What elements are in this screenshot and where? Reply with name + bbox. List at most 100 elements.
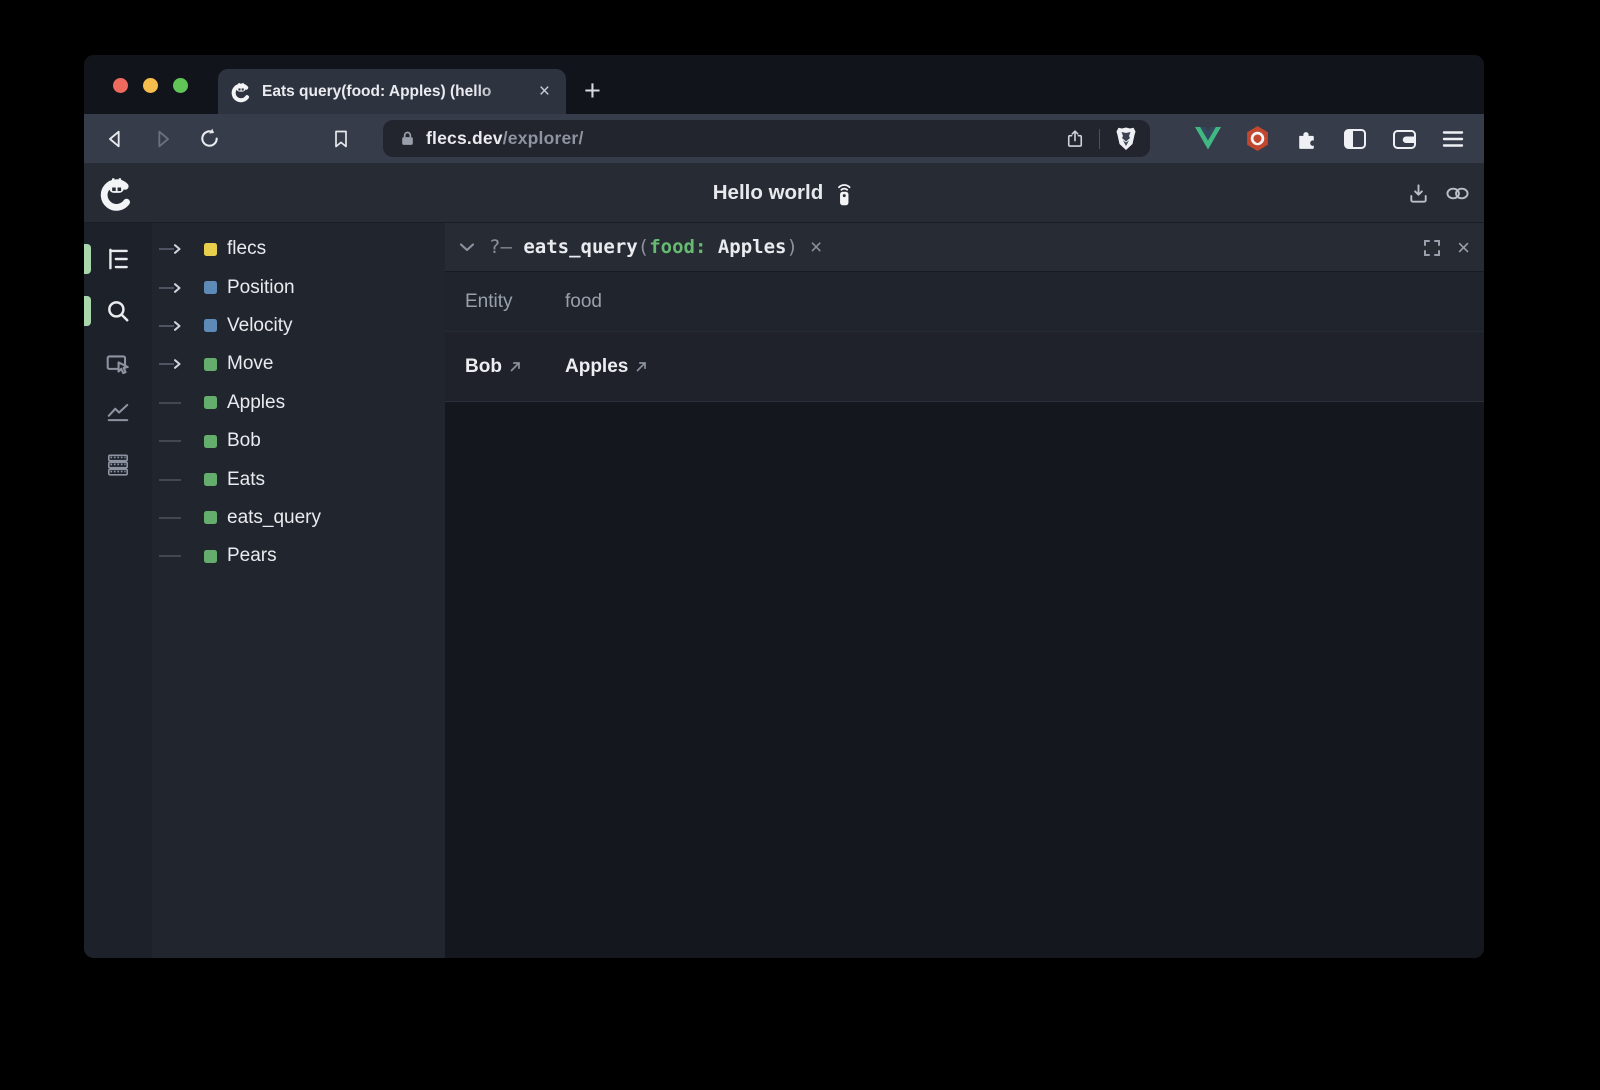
active-indicator (84, 296, 91, 326)
reload-button[interactable] (191, 114, 227, 163)
forward-button[interactable] (145, 114, 181, 163)
charts-icon[interactable] (105, 399, 131, 425)
query-paren-close: ) (786, 236, 797, 258)
address-bar[interactable]: flecs.dev/explorer/ (383, 120, 1150, 157)
url-domain: flecs.dev (426, 128, 503, 148)
tree-item-eats[interactable]: Eats (152, 460, 445, 498)
query-name: eats_query (523, 236, 637, 258)
component-color-swatch (204, 511, 217, 524)
app-header: Hello world (84, 163, 1484, 223)
expand-arrow-icon[interactable] (158, 283, 204, 293)
flecs-logo-icon[interactable] (98, 175, 135, 212)
tree-item-velocity[interactable]: Velocity (152, 307, 445, 345)
column-header-food: food (565, 291, 765, 313)
world-title-text: Hello world (713, 181, 823, 205)
component-color-swatch (204, 281, 217, 294)
brave-shields-icon[interactable] (1114, 126, 1138, 152)
tree-item-label: Pears (227, 545, 277, 567)
result-table-header: Entity food (445, 272, 1484, 332)
tree-item-label: Move (227, 353, 273, 375)
tree-item-apples[interactable]: Apples (152, 384, 445, 422)
stats-icon[interactable] (105, 452, 131, 478)
component-color-swatch (204, 396, 217, 409)
expand-arrow-icon[interactable] (158, 359, 204, 369)
food-link-label: Apples (565, 356, 628, 378)
tree-connector-line (158, 398, 204, 408)
close-window-button[interactable] (113, 78, 128, 93)
tree-item-bob[interactable]: Bob (152, 422, 445, 460)
flecs-favicon-icon (230, 81, 252, 103)
tree-item-move[interactable]: Move (152, 345, 445, 383)
browser-tab[interactable]: Eats query(food: Apples) (hello × (218, 69, 566, 114)
vue-devtools-icon[interactable] (1195, 126, 1221, 152)
toolbar-divider (1099, 129, 1101, 149)
tree-item-label: Eats (227, 469, 265, 491)
tree-connector-line (158, 551, 204, 561)
query-colon: : (695, 236, 718, 258)
extension-hexagon-icon[interactable] (1244, 126, 1270, 152)
url-text: flecs.dev/explorer/ (426, 128, 584, 149)
component-color-swatch (204, 243, 217, 256)
search-icon[interactable] (105, 298, 131, 324)
tab-close-icon[interactable]: × (535, 80, 554, 103)
expand-arrow-icon[interactable] (158, 244, 204, 254)
copy-link-icon[interactable] (1445, 182, 1470, 205)
entity-tree-panel: flecs Position Velocity (152, 223, 445, 958)
food-link[interactable]: Apples (565, 356, 765, 378)
download-icon[interactable] (1407, 182, 1430, 205)
component-color-swatch (204, 550, 217, 563)
inspect-icon[interactable] (105, 351, 131, 377)
sidebar-toggle-icon[interactable] (1342, 126, 1368, 152)
remote-connection-icon[interactable] (834, 181, 855, 206)
entity-link[interactable]: Bob (445, 356, 565, 378)
query-prompt: ?– (489, 236, 512, 258)
active-indicator (84, 244, 91, 274)
expand-arrow-icon[interactable] (158, 321, 204, 331)
wallet-icon[interactable] (1391, 126, 1417, 152)
column-header-entity: Entity (445, 291, 565, 313)
tab-strip: Eats query(food: Apples) (hello × + (84, 55, 1484, 114)
new-tab-button[interactable]: + (584, 71, 601, 111)
tree-item-eats-query[interactable]: eats_query (152, 499, 445, 537)
bookmark-icon[interactable] (323, 114, 359, 163)
tree-connector-line (158, 513, 204, 523)
app-main: flecs Position Velocity (84, 223, 1484, 958)
query-panel: ?– eats_query(food: Apples) × × Entity f… (445, 223, 1484, 958)
tree-connector-line (158, 475, 204, 485)
tree-item-label: Bob (227, 430, 261, 452)
tree-item-position[interactable]: Position (152, 268, 445, 306)
tree-item-flecs[interactable]: flecs (152, 230, 445, 268)
share-icon[interactable] (1065, 128, 1085, 150)
query-param: food (649, 236, 695, 258)
tree-item-label: eats_query (227, 507, 321, 529)
tree-item-label: Apples (227, 392, 285, 414)
query-panel-controls: × (1423, 223, 1470, 272)
query-expression: ?– eats_query(food: Apples) (489, 236, 798, 258)
collapse-chevron-icon[interactable] (459, 242, 475, 252)
zoom-window-button[interactable] (173, 78, 188, 93)
world-title: Hello world (713, 163, 855, 223)
window-controls (113, 78, 188, 93)
component-color-swatch (204, 473, 217, 486)
browser-window: Eats query(food: Apples) (hello × + (84, 55, 1484, 958)
fullscreen-icon[interactable] (1423, 239, 1441, 257)
menu-icon[interactable] (1440, 126, 1466, 152)
minimize-window-button[interactable] (143, 78, 158, 93)
query-clear-icon[interactable]: × (810, 237, 822, 258)
https-lock-icon[interactable] (399, 129, 416, 148)
query-panel-empty-area (445, 402, 1484, 958)
query-param-value: Apples (718, 236, 787, 258)
url-path: /explorer/ (503, 128, 584, 148)
header-actions (1407, 163, 1470, 223)
external-link-icon (509, 360, 522, 373)
tree-item-pears[interactable]: Pears (152, 537, 445, 575)
browser-toolbar: flecs.dev/explorer/ (84, 114, 1484, 163)
entity-tree-icon[interactable] (105, 246, 131, 272)
back-button[interactable] (97, 114, 133, 163)
extensions-row (1195, 114, 1466, 163)
close-panel-icon[interactable]: × (1457, 237, 1470, 259)
extensions-puzzle-icon[interactable] (1293, 126, 1319, 152)
tree-item-label: Position (227, 277, 295, 299)
result-table-row: Bob Apples (445, 332, 1484, 402)
component-color-swatch (204, 358, 217, 371)
